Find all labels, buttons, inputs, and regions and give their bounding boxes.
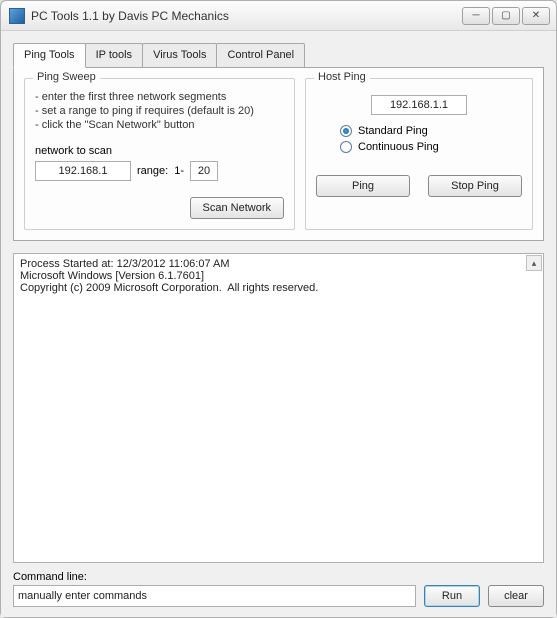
tab-control-panel[interactable]: Control Panel: [216, 43, 305, 67]
tab-ping-tools[interactable]: Ping Tools: [13, 43, 86, 68]
range-input[interactable]: [190, 161, 218, 181]
output-text: Process Started at: 12/3/2012 11:06:07 A…: [20, 258, 318, 294]
scroll-up-icon[interactable]: ▴: [526, 255, 542, 271]
tab-virus-tools[interactable]: Virus Tools: [142, 43, 217, 67]
window-controls: ─ ▢ ✕: [462, 7, 550, 25]
network-input[interactable]: [35, 161, 131, 181]
host-input[interactable]: [371, 95, 467, 115]
minimize-button[interactable]: ─: [462, 7, 490, 25]
app-icon: [9, 8, 25, 24]
radio-standard[interactable]: Standard Ping: [340, 125, 522, 137]
clear-button[interactable]: clear: [488, 585, 544, 607]
host-input-row: [316, 95, 522, 115]
instruction-line: - set a range to ping if requires (defau…: [35, 105, 284, 117]
window-title: PC Tools 1.1 by Davis PC Mechanics: [31, 9, 462, 23]
legend-host-ping: Host Ping: [314, 71, 370, 83]
tabstrip: Ping Tools IP tools Virus Tools Control …: [13, 43, 544, 67]
radio-continuous-label: Continuous Ping: [358, 141, 439, 153]
maximize-button[interactable]: ▢: [492, 7, 520, 25]
range-prefix: 1-: [174, 165, 184, 177]
app-window: PC Tools 1.1 by Davis PC Mechanics ─ ▢ ✕…: [0, 0, 557, 618]
radio-standard-label: Standard Ping: [358, 125, 428, 137]
instruction-line: - enter the first three network segments: [35, 91, 284, 103]
tab-ip-tools[interactable]: IP tools: [85, 43, 144, 67]
client-area: Ping Tools IP tools Virus Tools Control …: [1, 31, 556, 617]
command-line-label: Command line:: [13, 571, 544, 583]
command-input[interactable]: [13, 585, 416, 607]
run-button[interactable]: Run: [424, 585, 480, 607]
tab-panel-ping-tools: Ping Sweep - enter the first three netwo…: [13, 67, 544, 241]
close-button[interactable]: ✕: [522, 7, 550, 25]
scan-network-button[interactable]: Scan Network: [190, 197, 284, 219]
host-buttons: Ping Stop Ping: [316, 175, 522, 197]
command-row: Run clear: [13, 585, 544, 607]
network-row: range: 1-: [35, 161, 284, 181]
legend-ping-sweep: Ping Sweep: [33, 71, 100, 83]
network-to-scan-label: network to scan: [35, 145, 284, 157]
group-host-ping: Host Ping Standard Ping Continuous Ping …: [305, 78, 533, 230]
stop-ping-button[interactable]: Stop Ping: [428, 175, 522, 197]
range-label: range:: [137, 165, 168, 177]
output-console[interactable]: Process Started at: 12/3/2012 11:06:07 A…: [13, 253, 544, 563]
radio-continuous[interactable]: Continuous Ping: [340, 141, 522, 153]
scan-row: Scan Network: [35, 197, 284, 219]
ping-button[interactable]: Ping: [316, 175, 410, 197]
radio-continuous-icon: [340, 141, 352, 153]
titlebar: PC Tools 1.1 by Davis PC Mechanics ─ ▢ ✕: [1, 1, 556, 31]
instruction-line: - click the "Scan Network" button: [35, 119, 284, 131]
radio-standard-icon: [340, 125, 352, 137]
group-ping-sweep: Ping Sweep - enter the first three netwo…: [24, 78, 295, 230]
